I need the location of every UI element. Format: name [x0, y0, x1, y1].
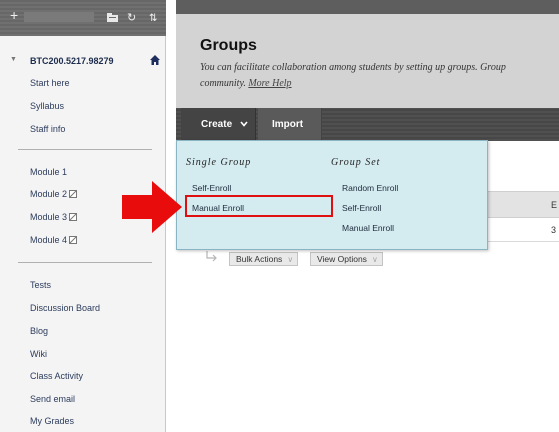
nav-send-email[interactable]: Send email [30, 394, 75, 404]
nav-module-1[interactable]: Module 1 [30, 167, 67, 177]
nav-staff-info[interactable]: Staff info [30, 124, 65, 134]
create-button[interactable]: Create [181, 108, 256, 141]
refresh-icon[interactable]: ↻ [127, 13, 136, 24]
page-description: You can facilitate collaboration among s… [200, 60, 559, 92]
sidebar-divider [18, 262, 152, 263]
course-id[interactable]: BTC200.5217.98279 [30, 56, 114, 66]
page-title: Groups [200, 37, 257, 54]
create-button-label: Create [201, 119, 233, 130]
bulk-actions-button[interactable]: Bulk Actions ∨ [229, 252, 299, 266]
nav-module-1-label: Module 1 [30, 167, 68, 177]
sidebar-toolbar: + ↻ ⇅ [0, 0, 166, 36]
table-cell: 3 [551, 225, 557, 235]
table-row: 3 [488, 218, 559, 242]
sidebar-toolbar-blank [24, 12, 94, 22]
single-group-heading: Single Group [186, 157, 252, 168]
single-group-self-enroll[interactable]: Self-Enroll [192, 183, 231, 193]
hidden-item-icon [69, 213, 78, 221]
nav-class-activity[interactable]: Class Activity [30, 371, 83, 381]
sidebar-divider [18, 149, 152, 150]
nav-syllabus[interactable]: Syllabus [30, 101, 64, 111]
view-options-button[interactable]: View Options ∨ [310, 252, 383, 266]
view-options-label: View Options [317, 254, 367, 264]
nav-blog[interactable]: Blog [30, 326, 48, 336]
highlight-box [185, 195, 333, 217]
course-header[interactable]: ▼ BTC200.5217.98279 [0, 54, 166, 68]
plus-icon[interactable]: + [10, 8, 18, 22]
nav-my-grades[interactable]: My Grades [30, 416, 74, 426]
nav-module-4[interactable]: Module 4 [30, 235, 78, 245]
folder-icon[interactable] [107, 13, 118, 22]
chevron-down-icon: ∨ [371, 255, 378, 264]
collapse-triangle-icon[interactable]: ▼ [10, 56, 17, 63]
nav-module-3-label: Module 3 [30, 212, 68, 222]
select-arrow-icon [206, 251, 217, 262]
groups-table-header: E [488, 191, 559, 218]
nav-start-here[interactable]: Start here [30, 78, 70, 88]
nav-module-2[interactable]: Module 2 [30, 189, 78, 199]
group-set-random-enroll[interactable]: Random Enroll [342, 183, 398, 193]
chevron-down-icon [240, 121, 248, 127]
nav-module-2-label: Module 2 [30, 189, 68, 199]
more-help-link[interactable]: More Help [248, 78, 291, 89]
sort-icon[interactable]: ⇅ [149, 13, 157, 24]
hidden-item-icon [69, 236, 78, 244]
import-button[interactable]: Import [258, 108, 322, 141]
group-set-heading: Group Set [331, 157, 381, 168]
page-description-line2: community. [200, 78, 246, 89]
nav-module-3[interactable]: Module 3 [30, 212, 78, 222]
nav-wiki[interactable]: Wiki [30, 349, 47, 359]
callout-arrow-icon [122, 181, 182, 233]
group-set-self-enroll[interactable]: Self-Enroll [342, 203, 381, 213]
import-button-label: Import [272, 119, 304, 130]
nav-tests[interactable]: Tests [30, 280, 51, 290]
page-description-line1: You can facilitate collaboration among s… [200, 62, 506, 73]
hidden-item-icon [69, 190, 78, 198]
table-header-cell[interactable]: E [551, 200, 557, 210]
bulk-actions-label: Bulk Actions [236, 254, 283, 264]
home-icon[interactable] [150, 55, 160, 65]
top-bar [176, 0, 559, 14]
group-set-manual-enroll[interactable]: Manual Enroll [342, 223, 394, 233]
nav-discussion-board[interactable]: Discussion Board [30, 303, 100, 313]
nav-module-4-label: Module 4 [30, 235, 68, 245]
chevron-down-icon: ∨ [287, 255, 294, 264]
